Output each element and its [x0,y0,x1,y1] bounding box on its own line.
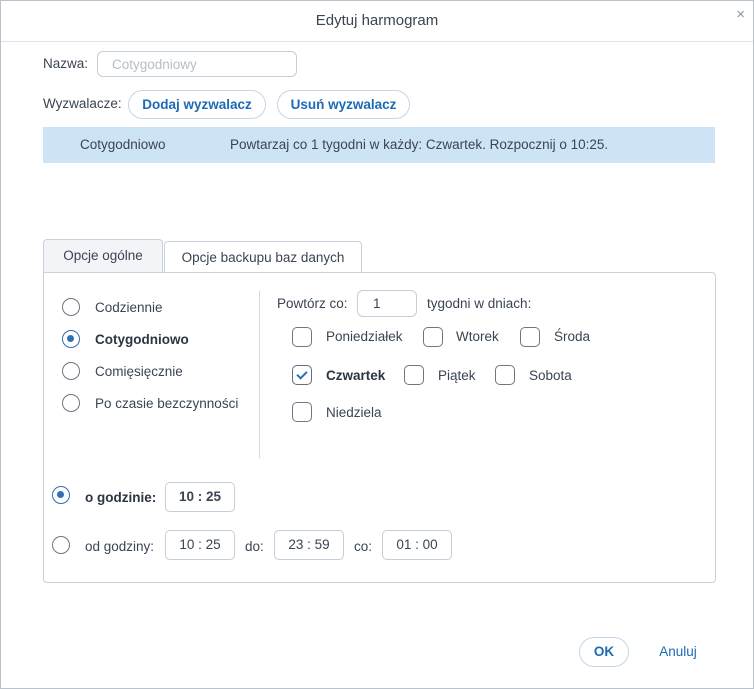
frequency-weekly-radio[interactable] [62,330,80,348]
day-friday-label: Piątek [438,368,476,383]
dialog-titlebar: Edytuj harmogram × [1,1,753,42]
day-wednesday-checkbox[interactable] [520,327,540,347]
day-wednesday-label: Środa [554,329,591,344]
day-saturday-checkbox[interactable] [495,365,515,385]
every-interval-input[interactable]: 01 : 00 [382,530,452,560]
frequency-monthly-radio[interactable] [62,362,80,380]
dialog-title: Edytuj harmogram [315,12,439,29]
at-time-input[interactable]: 10 : 25 [165,482,235,512]
tab-general-options[interactable]: Opcje ogólne [43,239,163,273]
trigger-list-row[interactable]: Cotygodniowo Powtarzaj co 1 tygodni w ka… [43,127,715,163]
day-monday-checkbox[interactable] [292,327,312,347]
frequency-daily-label: Codziennie [95,300,163,315]
frequency-weekly-label: Cotygodniowo [95,332,189,347]
day-thursday-label: Czwartek [326,368,386,383]
remove-trigger-button[interactable]: Usuń wyzwalacz [277,90,410,119]
trigger-type: Cotygodniowo [80,137,166,152]
at-time-radio[interactable] [52,486,70,504]
to-time-input[interactable]: 23 : 59 [274,530,344,560]
day-sunday-checkbox[interactable] [292,402,312,422]
panel-divider [259,291,260,458]
repeat-label: Powtórz co: [277,296,348,311]
name-label: Nazwa: [43,56,89,71]
frequency-daily-radio[interactable] [62,298,80,316]
cancel-button[interactable]: Anuluj [651,637,705,667]
from-time-input[interactable]: 10 : 25 [165,530,235,560]
tab-database-backup-options[interactable]: Opcje backupu baz danych [164,241,362,274]
close-icon[interactable]: × [736,7,745,22]
add-trigger-button[interactable]: Dodaj wyzwalacz [128,90,266,119]
ok-button[interactable]: OK [579,637,629,667]
day-tuesday-checkbox[interactable] [423,327,443,347]
triggers-label: Wyzwalacze: [43,96,122,111]
day-tuesday-label: Wtorek [456,329,499,344]
range-time-radio[interactable] [52,536,70,554]
frequency-monthly-label: Comięsięcznie [95,364,183,379]
frequency-idle-radio[interactable] [62,394,80,412]
day-sunday-label: Niedziela [326,405,382,420]
from-time-label: od godziny: [85,539,155,554]
to-time-label: do: [245,539,264,554]
day-monday-label: Poniedziałek [326,329,403,344]
edit-schedule-dialog: Edytuj harmogram × Nazwa: Wyzwalacze: Do… [0,0,754,689]
day-friday-checkbox[interactable] [404,365,424,385]
day-saturday-label: Sobota [529,368,572,383]
name-input[interactable] [97,51,297,77]
frequency-idle-label: Po czasie bezczynności [95,396,239,411]
at-time-label: o godzinie: [85,490,157,505]
every-label: co: [354,539,373,554]
repeat-suffix: tygodni w dniach: [427,296,532,311]
general-options-panel [43,272,716,583]
trigger-description: Powtarzaj co 1 tygodni w każdy: Czwartek… [230,137,609,152]
repeat-weeks-input[interactable]: 1 [357,290,417,317]
day-thursday-checkbox[interactable] [292,365,312,385]
